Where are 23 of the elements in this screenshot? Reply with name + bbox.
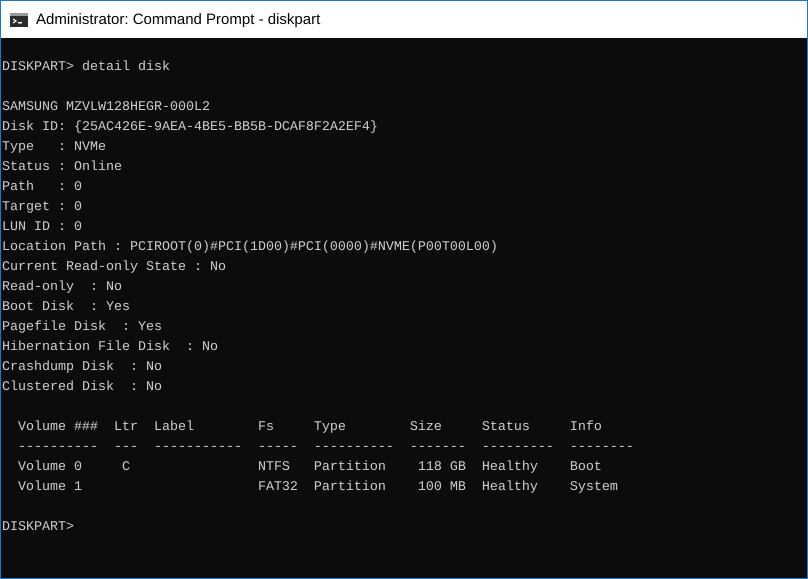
console-line: Boot Disk : Yes xyxy=(2,299,130,317)
console-line: Target : 0 xyxy=(2,199,82,217)
console-line: Hibernation File Disk : No xyxy=(2,339,218,357)
console-line: Volume ### Ltr Label Fs Type Size Status Info xyxy=(16,419,602,437)
console-line: Read-only : No xyxy=(2,279,122,297)
console-line: LUN ID : 0 xyxy=(2,219,82,237)
console-line: DISKPART> detail disk xyxy=(2,59,170,77)
console-line: Current Read-only State : No xyxy=(2,259,226,277)
console-line: SAMSUNG MZVLW128HEGR-000L2 xyxy=(2,99,210,117)
console-line: Location Path : PCIROOT(0)#PCI(1D00)#PCI(0000)#NVME(P00T00L00) xyxy=(2,239,498,257)
console-line: Clustered Disk : No xyxy=(2,379,162,397)
console-line: Crashdump Disk : No xyxy=(2,359,162,377)
console-line: DISKPART> xyxy=(2,519,74,537)
console-line: Volume 0 C NTFS Partition 118 GB Healthy Boot xyxy=(16,459,602,477)
console-line: Disk ID: {25AC426E-9AEA-4BE5-BB5B-DCAF8F2A2EF4} xyxy=(2,119,378,137)
window-title: Administrator: Command Prompt - diskpart xyxy=(36,11,320,28)
console-line: ---------- --- ----------- ----- ---------- ------- --------- -------- xyxy=(16,439,634,457)
console-line: Type : NVMe xyxy=(2,139,106,157)
console-icon xyxy=(10,12,28,26)
console-line: Path : 0 xyxy=(2,179,82,197)
console-line: Status : Online xyxy=(2,159,122,177)
console-line: Pagefile Disk : Yes xyxy=(2,319,162,337)
console-line: Volume 1 FAT32 Partition 100 MB Healthy System xyxy=(16,479,618,497)
